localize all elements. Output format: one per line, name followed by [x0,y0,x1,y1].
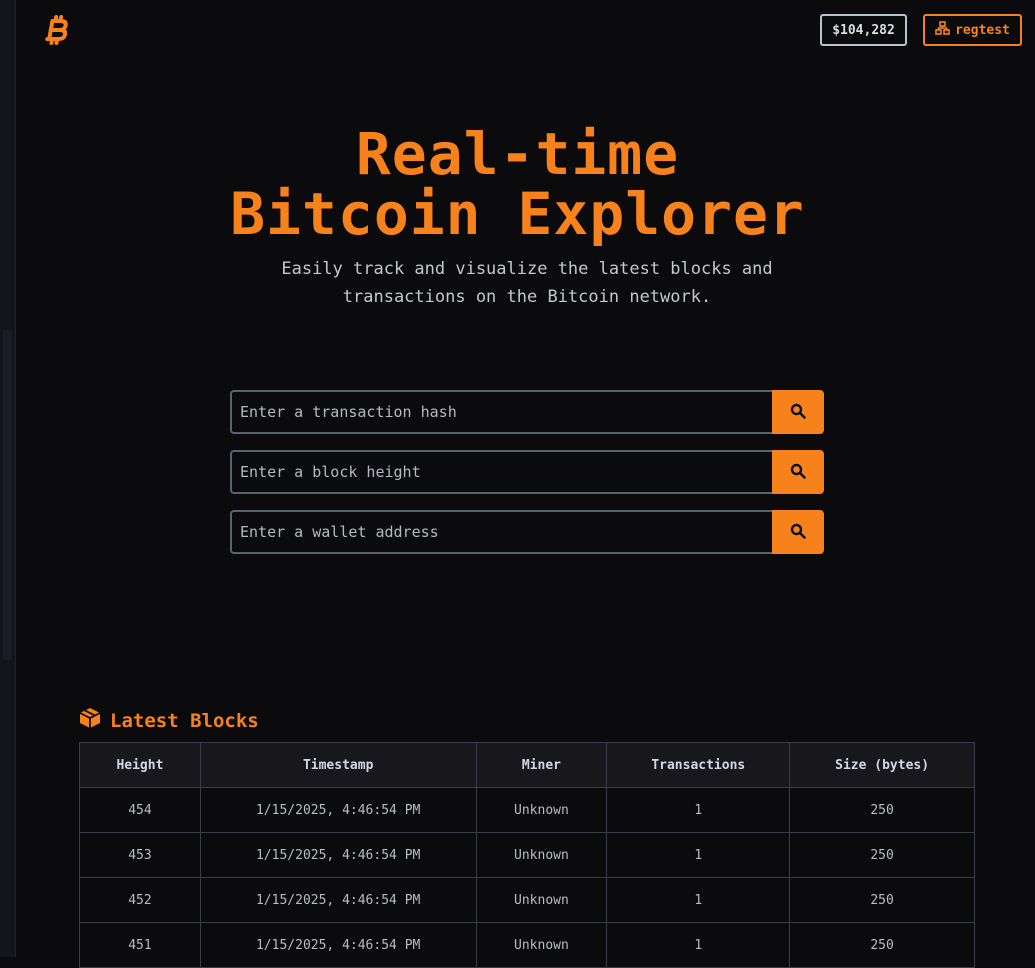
wallet-search-button[interactable] [772,510,824,554]
column-header-miner[interactable]: Miner [475,742,608,788]
block-tx-count-cell: 1 [606,877,791,923]
block-miner-cell: Unknown [475,877,608,923]
page-subtitle-line-2: transactions on the Bitcoin network. [342,287,712,307]
block-timestamp-cell: 1/15/2025, 4:46:54 PM [199,922,477,968]
column-header-height[interactable]: Height [79,742,201,788]
column-header-timestamp[interactable]: Timestamp [199,742,477,788]
btc-price-badge: $104,282 [820,14,907,46]
table-row[interactable]: 453 1/15/2025, 4:46:54 PM Unknown 1 250 [79,832,975,878]
side-scrollbar[interactable] [3,330,12,660]
table-row[interactable]: 454 1/15/2025, 4:46:54 PM Unknown 1 250 [79,787,975,833]
page-title-line-1: Real-time [355,120,680,188]
block-timestamp-cell: 1/15/2025, 4:46:54 PM [199,832,477,878]
btc-price-value: $104,282 [832,22,895,38]
block-tx-count-cell: 1 [606,832,791,878]
bitcoin-logo-icon[interactable] [42,12,70,48]
block-height-input[interactable] [230,450,772,494]
block-size-cell: 250 [789,832,975,878]
search-icon [790,463,806,482]
latest-blocks-heading: Latest Blocks [78,706,259,735]
latest-blocks-table: Height Timestamp Miner Transactions Size… [79,742,975,968]
block-height-cell[interactable]: 454 [79,787,201,833]
block-height-cell[interactable]: 453 [79,832,201,878]
block-height-cell[interactable]: 451 [79,922,201,968]
block-miner-cell: Unknown [475,787,608,833]
network-label: regtest [955,22,1010,38]
wallet-search-form [230,510,824,554]
page-title-line-2: Bitcoin Explorer [230,180,805,248]
cube-icon [78,706,102,735]
block-miner-cell: Unknown [475,832,608,878]
block-size-cell: 250 [789,877,975,923]
block-size-cell: 250 [789,922,975,968]
table-row[interactable]: 451 1/15/2025, 4:46:54 PM Unknown 1 250 [79,922,975,968]
block-tx-count-cell: 1 [606,922,791,968]
block-tx-count-cell: 1 [606,787,791,833]
block-height-cell[interactable]: 452 [79,877,201,923]
network-selector-button[interactable]: regtest [923,14,1022,46]
table-header-row: Height Timestamp Miner Transactions Size… [79,742,975,788]
block-search-form [230,450,824,494]
search-icon [790,523,806,542]
page-title: Real-time Bitcoin Explorer [0,124,1035,244]
search-icon [790,403,806,422]
block-miner-cell: Unknown [475,922,608,968]
tx-search-button[interactable] [772,390,824,434]
block-timestamp-cell: 1/15/2025, 4:46:54 PM [199,877,477,923]
tx-search-form [230,390,824,434]
wallet-address-input[interactable] [230,510,772,554]
page-subtitle: Easily track and visualize the latest bl… [262,255,792,311]
network-icon [935,21,950,39]
column-header-transactions[interactable]: Transactions [606,742,791,788]
column-header-size[interactable]: Size (bytes) [789,742,975,788]
block-size-cell: 250 [789,787,975,833]
page-subtitle-line-1: Easily track and visualize the latest bl… [281,259,773,279]
latest-blocks-title: Latest Blocks [110,709,259,732]
table-row[interactable]: 452 1/15/2025, 4:46:54 PM Unknown 1 250 [79,877,975,923]
block-search-button[interactable] [772,450,824,494]
block-timestamp-cell: 1/15/2025, 4:46:54 PM [199,787,477,833]
tx-hash-input[interactable] [230,390,772,434]
